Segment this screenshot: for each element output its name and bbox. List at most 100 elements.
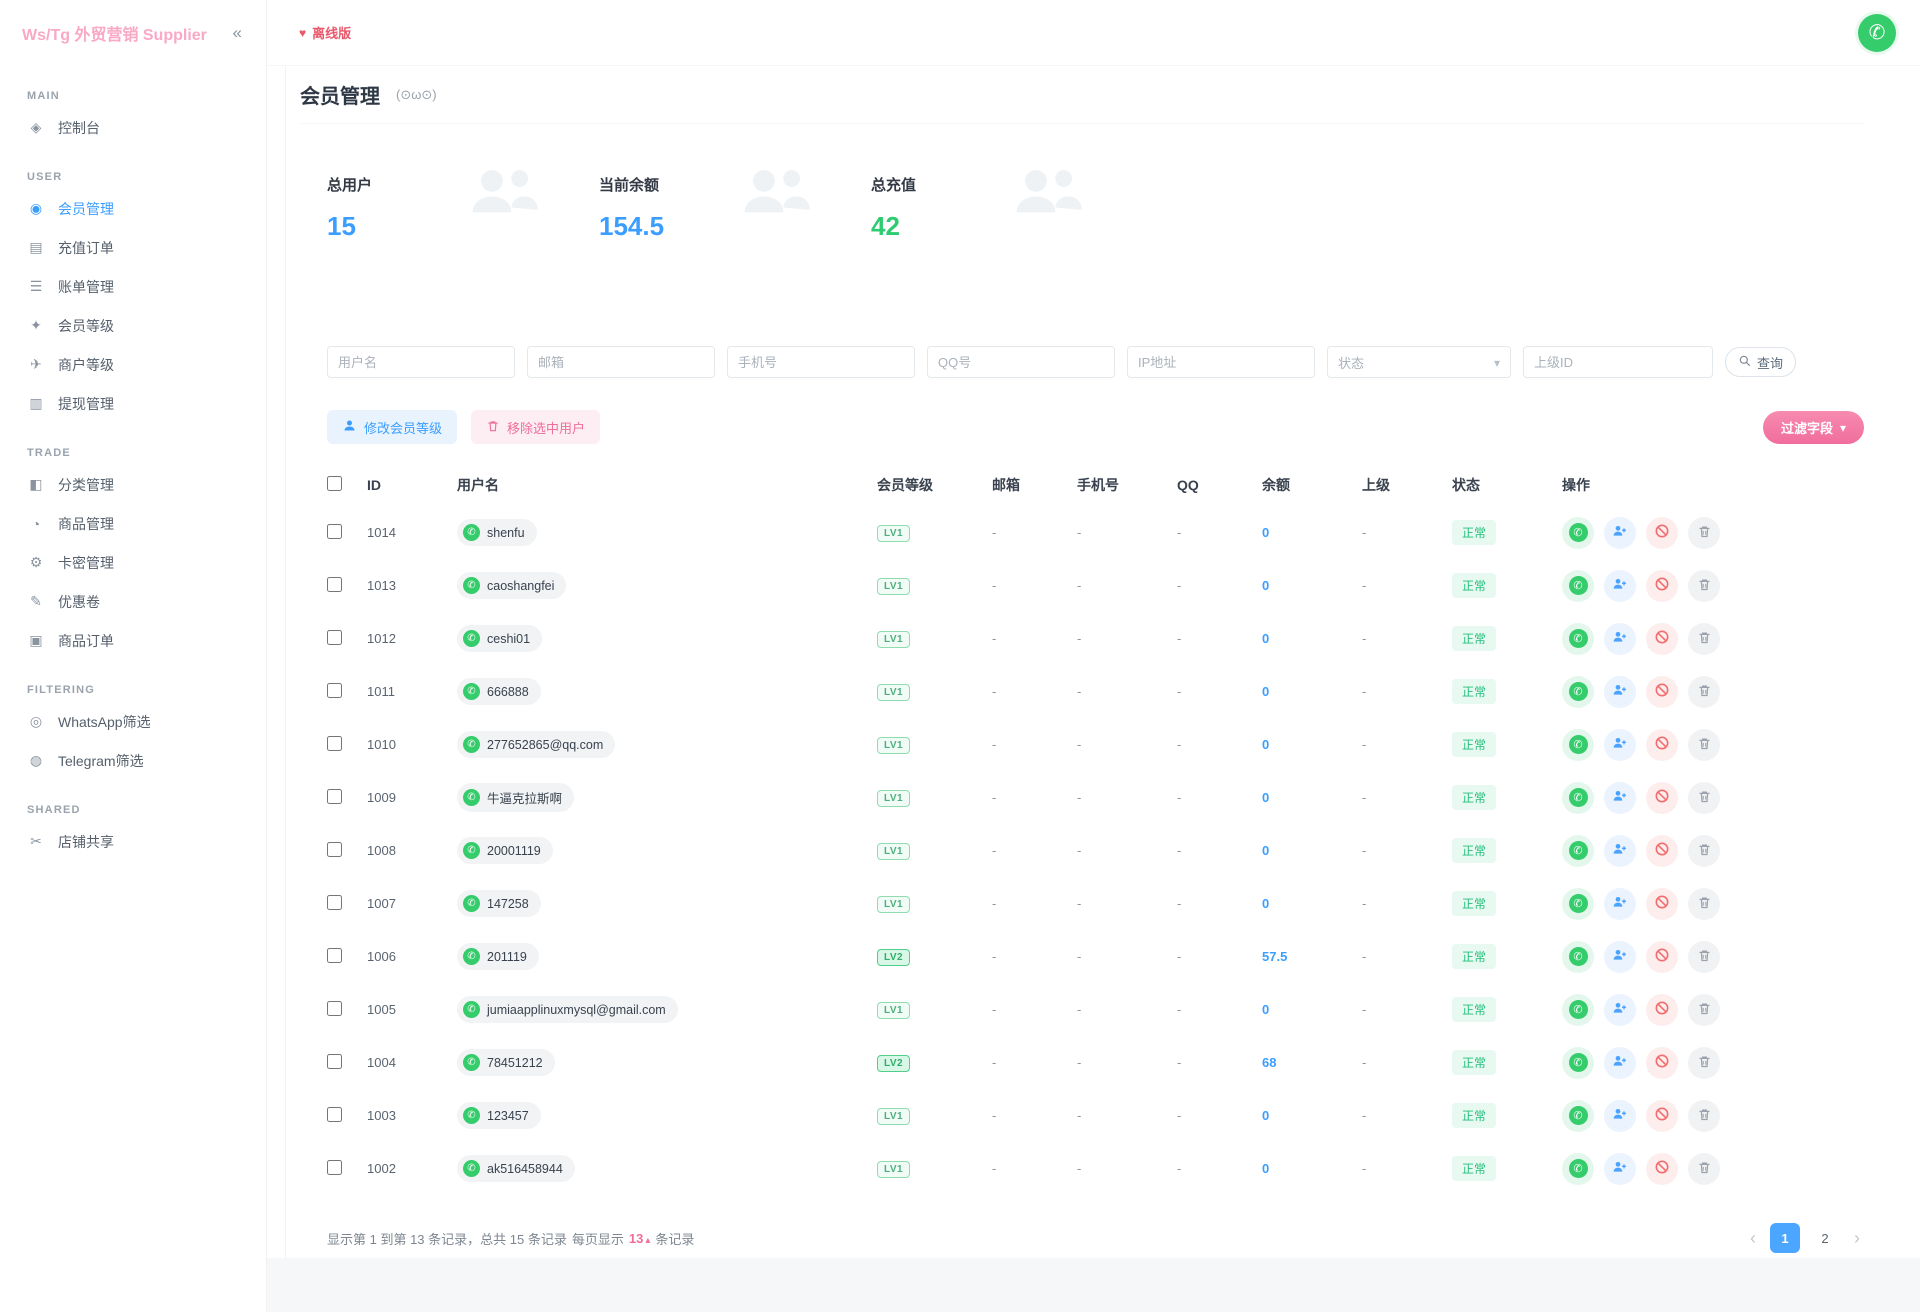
row-checkbox[interactable] bbox=[327, 630, 342, 645]
search-button[interactable]: 查询 bbox=[1725, 347, 1796, 377]
offline-badge[interactable]: 离线版 bbox=[299, 23, 351, 42]
ban-user-button[interactable] bbox=[1646, 1153, 1678, 1185]
ip-filter-input[interactable] bbox=[1127, 346, 1315, 378]
edit-user-button[interactable] bbox=[1604, 782, 1636, 814]
username-pill[interactable]: 20001119 bbox=[457, 837, 553, 864]
row-checkbox[interactable] bbox=[327, 736, 342, 751]
sidebar-item[interactable]: ✦ 会员等级 bbox=[0, 306, 266, 345]
edit-user-button[interactable] bbox=[1604, 1100, 1636, 1132]
ban-user-button[interactable] bbox=[1646, 570, 1678, 602]
username-pill[interactable]: 147258 bbox=[457, 890, 541, 917]
edit-user-button[interactable] bbox=[1604, 676, 1636, 708]
whatsapp-send-button[interactable] bbox=[1562, 1047, 1594, 1079]
username-filter-input[interactable] bbox=[327, 346, 515, 378]
edit-user-button[interactable] bbox=[1604, 941, 1636, 973]
delete-user-button[interactable] bbox=[1688, 994, 1720, 1026]
edit-user-button[interactable] bbox=[1604, 835, 1636, 867]
sidebar-item[interactable]: ✈ 商户等级 bbox=[0, 345, 266, 384]
whatsapp-send-button[interactable] bbox=[1562, 835, 1594, 867]
whatsapp-send-button[interactable] bbox=[1562, 676, 1594, 708]
row-checkbox[interactable] bbox=[327, 1054, 342, 1069]
row-checkbox[interactable] bbox=[327, 683, 342, 698]
previous-page-button[interactable] bbox=[1746, 1228, 1760, 1249]
ban-user-button[interactable] bbox=[1646, 994, 1678, 1026]
email-filter-input[interactable] bbox=[527, 346, 715, 378]
sidebar-item[interactable]: ▥ 提现管理 bbox=[0, 384, 266, 423]
ban-user-button[interactable] bbox=[1646, 623, 1678, 655]
ban-user-button[interactable] bbox=[1646, 835, 1678, 867]
whatsapp-send-button[interactable] bbox=[1562, 570, 1594, 602]
whatsapp-avatar-icon[interactable] bbox=[1858, 14, 1896, 52]
row-checkbox[interactable] bbox=[327, 789, 342, 804]
delete-user-button[interactable] bbox=[1688, 729, 1720, 761]
edit-user-button[interactable] bbox=[1604, 1153, 1636, 1185]
username-pill[interactable]: ceshi01 bbox=[457, 625, 542, 652]
next-page-button[interactable] bbox=[1850, 1228, 1864, 1249]
whatsapp-send-button[interactable] bbox=[1562, 1153, 1594, 1185]
sidebar-item[interactable]: ☰ 账单管理 bbox=[0, 267, 266, 306]
sidebar-item[interactable]: ◈ 控制台 bbox=[0, 108, 266, 147]
qq-filter-input[interactable] bbox=[927, 346, 1115, 378]
ban-user-button[interactable] bbox=[1646, 1100, 1678, 1132]
edit-user-button[interactable] bbox=[1604, 570, 1636, 602]
status-filter-select[interactable]: 状态 bbox=[1327, 346, 1511, 378]
ban-user-button[interactable] bbox=[1646, 729, 1678, 761]
username-pill[interactable]: 牛逼克拉斯啊 bbox=[457, 783, 574, 812]
sidebar-item[interactable]: ◧ 分类管理 bbox=[0, 465, 266, 504]
row-checkbox[interactable] bbox=[327, 895, 342, 910]
ban-user-button[interactable] bbox=[1646, 782, 1678, 814]
delete-user-button[interactable] bbox=[1688, 623, 1720, 655]
delete-user-button[interactable] bbox=[1688, 1153, 1720, 1185]
ban-user-button[interactable] bbox=[1646, 676, 1678, 708]
username-pill[interactable]: 277652865@qq.com bbox=[457, 731, 615, 758]
phone-filter-input[interactable] bbox=[727, 346, 915, 378]
delete-user-button[interactable] bbox=[1688, 835, 1720, 867]
row-checkbox[interactable] bbox=[327, 842, 342, 857]
whatsapp-send-button[interactable] bbox=[1562, 517, 1594, 549]
filter-fields-button[interactable]: 过滤字段 bbox=[1763, 411, 1864, 444]
whatsapp-send-button[interactable] bbox=[1562, 941, 1594, 973]
sidebar-item[interactable]: ◎ WhatsApp筛选 bbox=[0, 702, 266, 741]
username-pill[interactable]: caoshangfei bbox=[457, 572, 566, 599]
delete-user-button[interactable] bbox=[1688, 676, 1720, 708]
row-checkbox[interactable] bbox=[327, 577, 342, 592]
edit-user-button[interactable] bbox=[1604, 994, 1636, 1026]
row-checkbox[interactable] bbox=[327, 1107, 342, 1122]
ban-user-button[interactable] bbox=[1646, 517, 1678, 549]
select-all-checkbox[interactable] bbox=[327, 476, 342, 491]
username-pill[interactable]: ak516458944 bbox=[457, 1155, 575, 1182]
edit-user-button[interactable] bbox=[1604, 729, 1636, 761]
edit-member-level-button[interactable]: 修改会员等级 bbox=[327, 410, 457, 444]
whatsapp-send-button[interactable] bbox=[1562, 994, 1594, 1026]
delete-user-button[interactable] bbox=[1688, 570, 1720, 602]
ban-user-button[interactable] bbox=[1646, 1047, 1678, 1079]
parent-id-filter-input[interactable] bbox=[1523, 346, 1713, 378]
whatsapp-send-button[interactable] bbox=[1562, 623, 1594, 655]
delete-user-button[interactable] bbox=[1688, 1100, 1720, 1132]
delete-user-button[interactable] bbox=[1688, 517, 1720, 549]
delete-user-button[interactable] bbox=[1688, 1047, 1720, 1079]
whatsapp-send-button[interactable] bbox=[1562, 782, 1594, 814]
whatsapp-send-button[interactable] bbox=[1562, 729, 1594, 761]
sidebar-item[interactable]: ◍ Telegram筛选 bbox=[0, 741, 266, 780]
sidebar-item[interactable]: ✎ 优惠卷 bbox=[0, 582, 266, 621]
sidebar-item[interactable]: ▤ 充值订单 bbox=[0, 228, 266, 267]
sidebar-collapse-icon[interactable] bbox=[233, 23, 242, 43]
edit-user-button[interactable] bbox=[1604, 1047, 1636, 1079]
edit-user-button[interactable] bbox=[1604, 888, 1636, 920]
row-checkbox[interactable] bbox=[327, 524, 342, 539]
row-checkbox[interactable] bbox=[327, 1160, 342, 1175]
delete-user-button[interactable] bbox=[1688, 782, 1720, 814]
sidebar-item[interactable]: ▣ 商品订单 bbox=[0, 621, 266, 660]
username-pill[interactable]: jumiaapplinuxmysql@gmail.com bbox=[457, 996, 678, 1023]
row-checkbox[interactable] bbox=[327, 1001, 342, 1016]
sidebar-item[interactable]: ✂ 店铺共享 bbox=[0, 822, 266, 861]
sidebar-item[interactable]: ◉ 会员管理 bbox=[0, 189, 266, 228]
username-pill[interactable]: 123457 bbox=[457, 1102, 541, 1129]
username-pill[interactable]: 666888 bbox=[457, 678, 541, 705]
username-pill[interactable]: 78451212 bbox=[457, 1049, 555, 1076]
remove-selected-users-button[interactable]: 移除选中用户 bbox=[471, 410, 600, 444]
delete-user-button[interactable] bbox=[1688, 941, 1720, 973]
per-page-selector[interactable]: 13 bbox=[629, 1231, 651, 1246]
username-pill[interactable]: shenfu bbox=[457, 519, 537, 546]
